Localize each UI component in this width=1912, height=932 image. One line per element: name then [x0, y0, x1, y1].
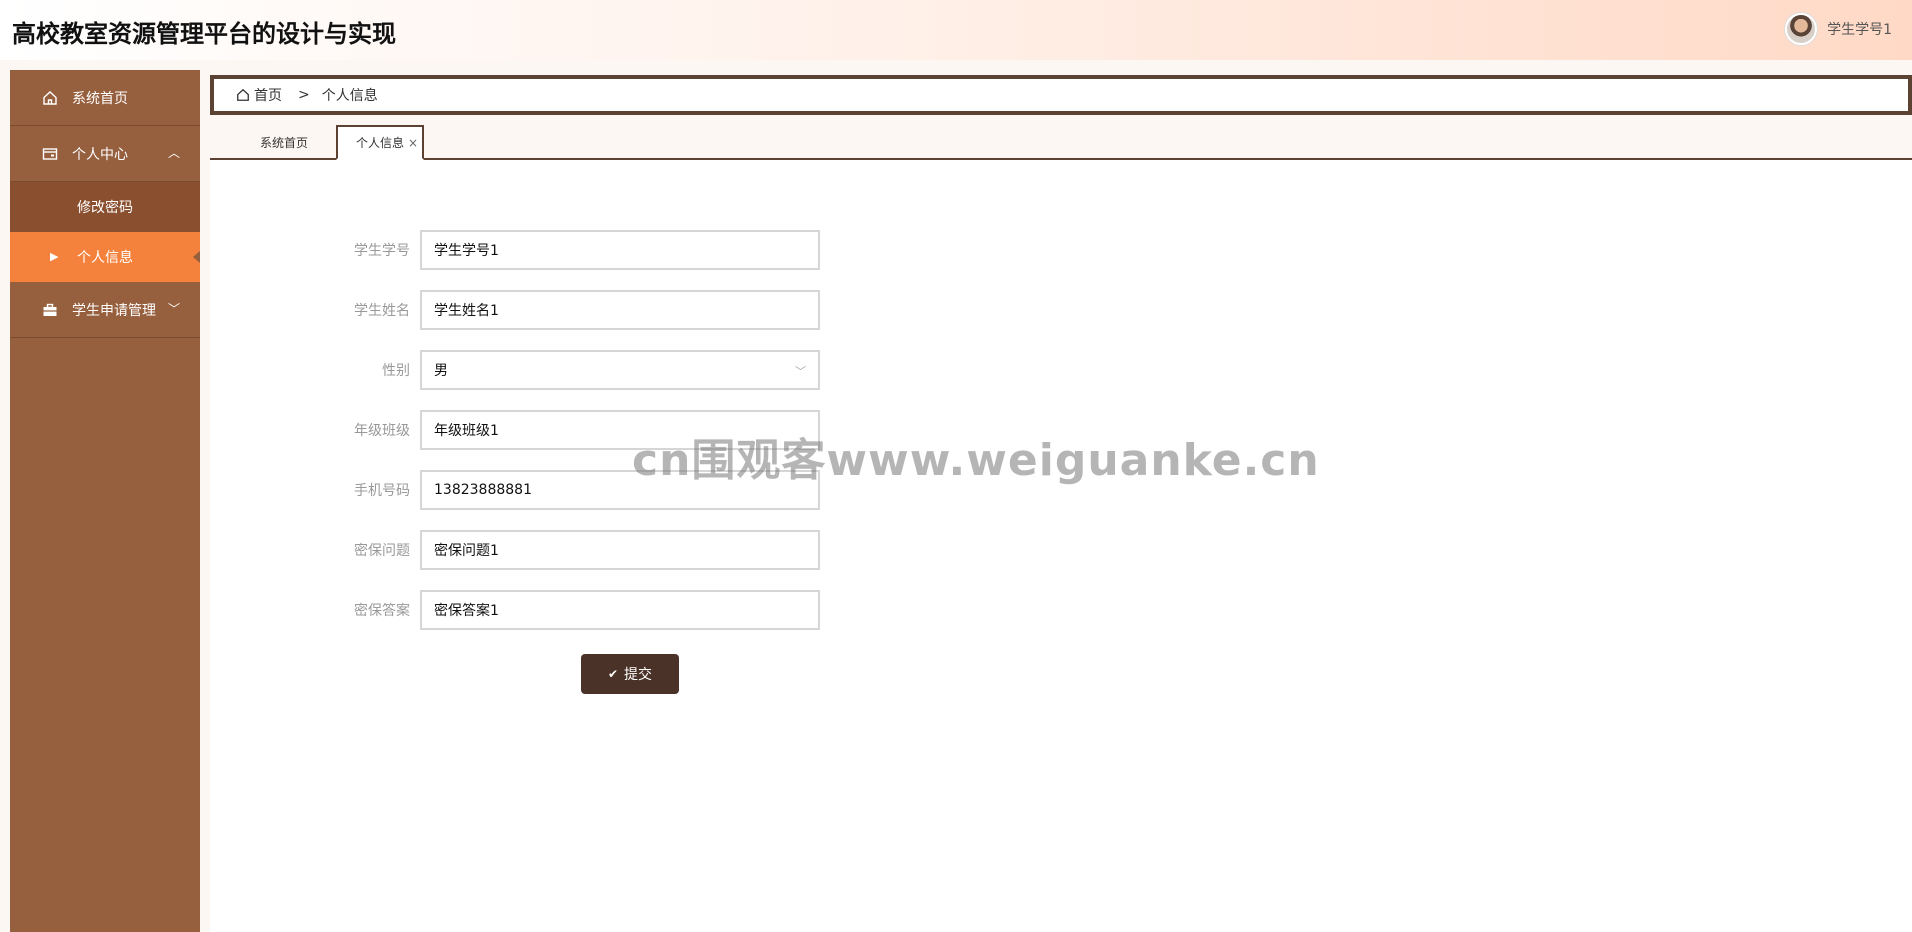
field-label: 密保问题 — [354, 543, 410, 559]
gender-select[interactable]: 男 ﹀ — [420, 350, 820, 390]
form-row-student-id: 学生学号 学生学号1 — [310, 230, 820, 270]
breadcrumb-separator: > — [298, 87, 310, 103]
tab-label: 系统首页 — [260, 135, 309, 150]
field-label: 学生学号 — [354, 243, 410, 259]
sidebar-subitem-personal-info[interactable]: ▶ 个人信息 — [10, 232, 200, 282]
tab-personal-info[interactable]: 个人信息 × — [336, 125, 424, 160]
close-icon[interactable]: × — [408, 136, 418, 150]
security-question-input[interactable]: 密保问题1 — [420, 530, 820, 570]
tab-bar: 系统首页 个人信息 × — [210, 125, 1912, 160]
field-label: 学生姓名 — [354, 303, 410, 319]
field-value: 学生姓名1 — [434, 303, 499, 319]
field-value: 男 — [434, 363, 448, 379]
chevron-down-icon: ﹀ — [167, 302, 180, 316]
field-value: 密保问题1 — [434, 543, 499, 559]
form-row-student-name: 学生姓名 学生姓名1 — [310, 290, 820, 330]
avatar[interactable] — [1785, 13, 1818, 45]
wallet-icon — [40, 144, 60, 164]
tab-label: 个人信息 — [356, 136, 405, 150]
sidebar-item-label: 学生申请管理 — [72, 302, 156, 319]
student-name-input[interactable]: 学生姓名1 — [420, 290, 820, 330]
chevron-down-icon: ﹀ — [795, 365, 806, 378]
breadcrumb: 首页 > 个人信息 — [210, 75, 1912, 115]
check-icon: ✔ — [607, 667, 619, 681]
breadcrumb-current: 个人信息 — [321, 88, 378, 104]
field-value: 13823888881 — [434, 482, 532, 498]
main-content: 学生学号 学生学号1 学生姓名 学生姓名1 性别 男 ﹀ 年级班级 年级班级1 … — [210, 160, 1912, 932]
field-label: 手机号码 — [354, 483, 410, 499]
form-row-security-answer: 密保答案 密保答案1 — [310, 590, 820, 630]
sidebar-item-label: 个人中心 — [72, 146, 128, 163]
chevron-up-icon: ︿ — [167, 146, 180, 160]
caret-right-icon: ▶ — [50, 250, 59, 263]
user-name[interactable]: 学生学号1 — [1827, 19, 1892, 39]
briefcase-icon — [40, 300, 60, 320]
security-answer-input[interactable]: 密保答案1 — [420, 590, 820, 630]
app-title: 高校教室资源管理平台的设计与实现 — [12, 20, 396, 48]
top-header: 高校教室资源管理平台的设计与实现 学生学号1 — [0, 0, 1912, 60]
active-indicator — [193, 251, 200, 263]
field-label: 年级班级 — [354, 423, 410, 439]
sidebar-item-student-application[interactable]: 学生申请管理 ﹀ — [10, 282, 200, 338]
sidebar-subitem-change-password[interactable]: 修改密码 — [10, 182, 200, 232]
breadcrumb-home-link[interactable]: 首页 — [254, 85, 282, 105]
sidebar-item-home[interactable]: 系统首页 — [10, 70, 200, 126]
sidebar: 系统首页 个人中心 ︿ 修改密码 ▶ 个人信息 学生申请管理 ﹀ — [10, 70, 200, 932]
watermark: cn围观客www.weiguanke.cn — [632, 435, 1320, 486]
sidebar-subitem-label: 修改密码 — [77, 200, 133, 216]
sidebar-item-personal-center[interactable]: 个人中心 ︿ — [10, 126, 200, 182]
submit-label: 提交 — [624, 667, 653, 683]
home-icon — [236, 88, 250, 102]
field-label: 性别 — [382, 363, 410, 379]
sidebar-subitem-label: 个人信息 — [77, 250, 133, 266]
sidebar-item-label: 系统首页 — [72, 90, 128, 107]
user-menu[interactable]: 学生学号1 — [1785, 13, 1892, 45]
field-label: 密保答案 — [354, 603, 410, 619]
field-value: 密保答案1 — [434, 603, 499, 619]
submit-button[interactable]: ✔ 提交 — [581, 654, 679, 694]
home-icon — [40, 88, 60, 108]
form-row-security-question: 密保问题 密保问题1 — [310, 530, 820, 570]
form-row-gender: 性别 男 ﹀ — [310, 350, 820, 390]
field-value: 年级班级1 — [434, 423, 499, 439]
tab-home[interactable]: 系统首页 — [260, 125, 308, 159]
student-id-input[interactable]: 学生学号1 — [420, 230, 820, 270]
field-value: 学生学号1 — [434, 243, 499, 259]
